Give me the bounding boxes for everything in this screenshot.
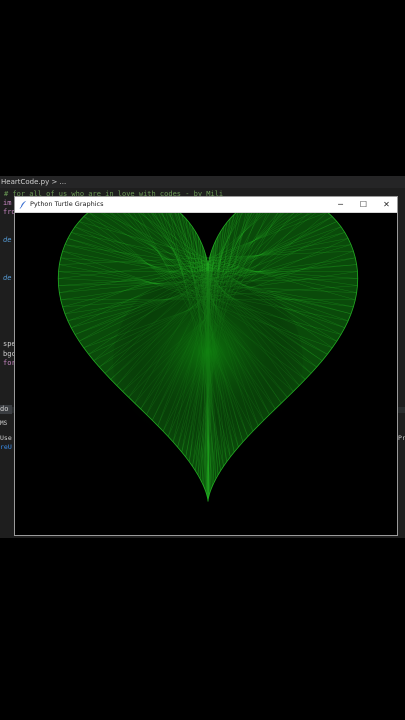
window-title: Python Turtle Graphics — [30, 200, 104, 208]
turtle-canvas[interactable] — [16, 193, 396, 534]
maximize-button[interactable]: ☐ — [352, 197, 375, 212]
terminal-line-2: reU — [0, 443, 12, 451]
terminal-line-1: Use — [0, 434, 12, 442]
minimize-button[interactable]: ─ — [329, 197, 352, 212]
window-titlebar[interactable]: Python Turtle Graphics ─ ☐ ✕ — [15, 197, 397, 213]
terminal-tab-label[interactable]: MS — [0, 420, 7, 427]
turtle-feather-icon — [19, 200, 27, 209]
editor-breadcrumb[interactable]: HeartCode.py > ... — [0, 176, 405, 188]
close-button[interactable]: ✕ — [375, 197, 398, 212]
terminal-right-text: Pr — [398, 434, 405, 442]
heart-drawing — [57, 193, 359, 502]
heart-center-glow — [113, 271, 303, 451]
code-line-def-2: de — [3, 274, 12, 282]
turtle-graphics-window[interactable]: Python Turtle Graphics ─ ☐ ✕ — [14, 193, 398, 536]
selected-text[interactable]: do — [0, 405, 12, 414]
code-line-def-1: de — [3, 236, 12, 244]
screenshot-stage: HeartCode.py > ... # for all of us who a… — [0, 0, 405, 720]
